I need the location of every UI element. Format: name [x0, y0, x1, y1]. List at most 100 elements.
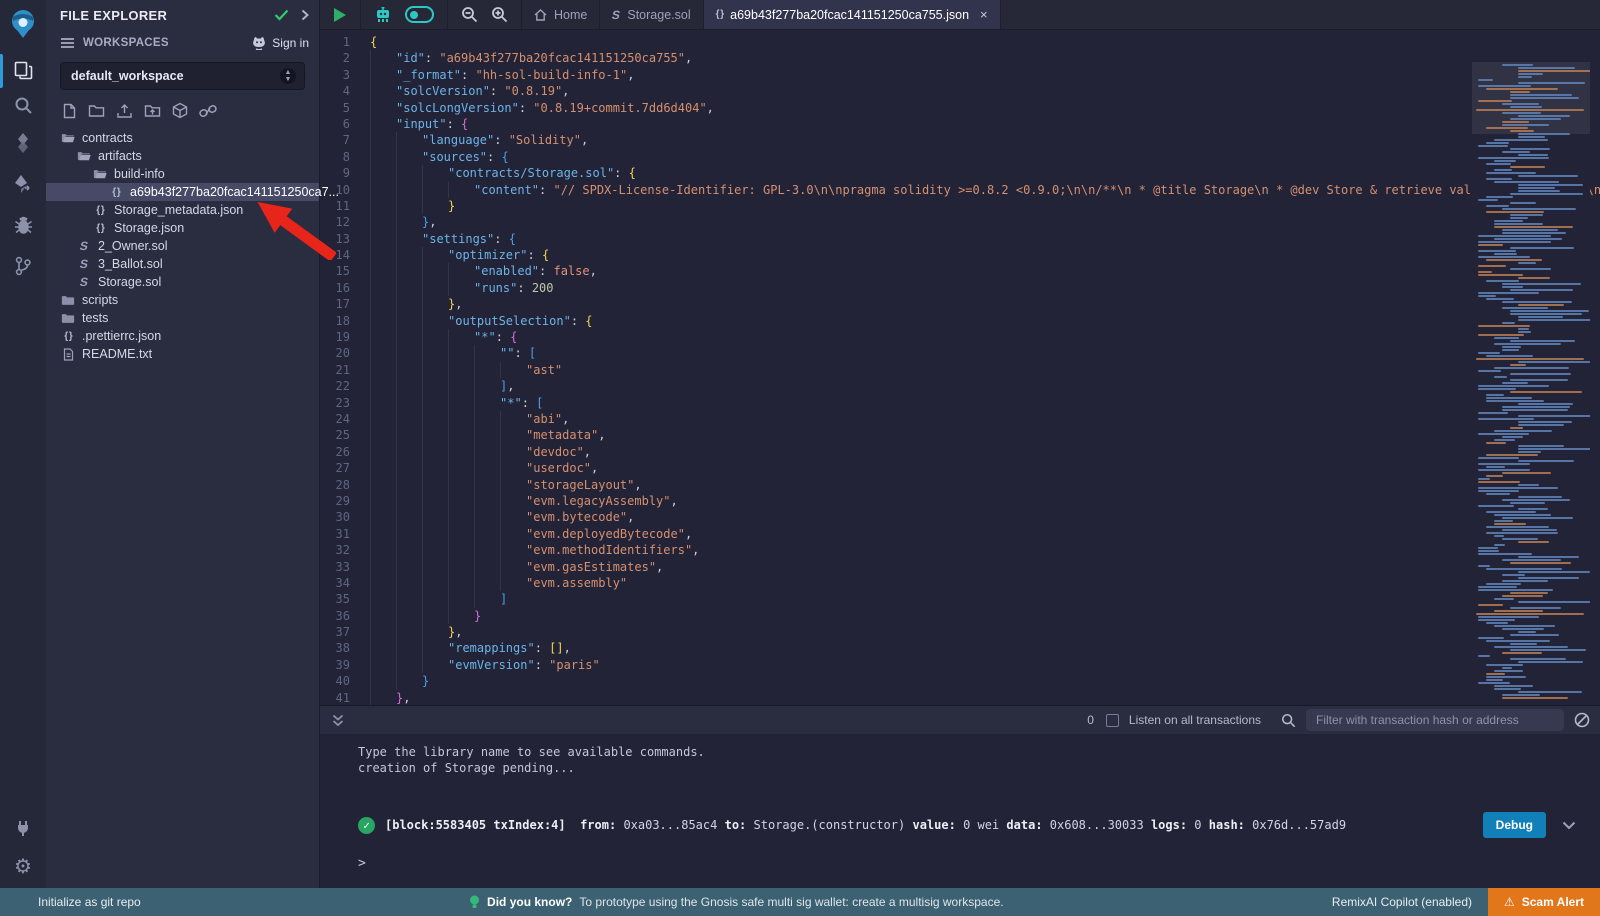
code-line-28[interactable]: 28"storageLayout", — [320, 477, 1600, 493]
code-line-18[interactable]: 18"outputSelection": { — [320, 313, 1600, 329]
code-line-39[interactable]: 39"evmVersion": "paris" — [320, 657, 1600, 673]
code-editor[interactable]: 1{2"id": "a69b43f277ba20fcac141151250ca7… — [320, 30, 1600, 705]
code-line-11[interactable]: 11} — [320, 198, 1600, 214]
file-explorer-rail-icon[interactable] — [0, 53, 46, 87]
line-number: 22 — [320, 378, 370, 394]
code-line-2[interactable]: 2"id": "a69b43f277ba20fcac141151250ca755… — [320, 50, 1600, 66]
code-line-3[interactable]: 3"_format": "hh-sol-build-info-1", — [320, 67, 1600, 83]
ai-robot-icon[interactable] — [374, 6, 392, 24]
clear-console-icon[interactable] — [1574, 712, 1590, 728]
tree-item-artifacts[interactable]: artifacts — [46, 147, 319, 165]
solidity-icon: S — [76, 257, 92, 271]
git-init-status[interactable]: Initialize as git repo — [0, 895, 141, 909]
code-line-33[interactable]: 33"evm.gasEstimates", — [320, 559, 1600, 575]
git-rail-icon[interactable] — [0, 249, 46, 283]
ipfs-cube-icon[interactable] — [172, 102, 188, 119]
code-line-4[interactable]: 4"solcVersion": "0.8.19", — [320, 83, 1600, 99]
code-line-37[interactable]: 37}, — [320, 624, 1600, 640]
code-line-41[interactable]: 41}, — [320, 690, 1600, 705]
tab-home[interactable]: Home — [522, 0, 600, 29]
tab-label: Home — [554, 8, 587, 22]
code-line-31[interactable]: 31"evm.deployedBytecode", — [320, 526, 1600, 542]
terminal-collapse-icon[interactable] — [332, 714, 344, 727]
panel-expand-chevron-icon[interactable] — [301, 9, 309, 21]
code-line-23[interactable]: 23"*": [ — [320, 395, 1600, 411]
code-line-15[interactable]: 15"enabled": false, — [320, 263, 1600, 279]
code-line-19[interactable]: 19"*": { — [320, 329, 1600, 345]
tab-a69b43f277ba20fcac141151250ca755-json[interactable]: { }a69b43f277ba20fcac141151250ca755.json… — [704, 0, 1001, 29]
zoom-in-icon[interactable] — [491, 6, 508, 23]
code-line-34[interactable]: 34"evm.assembly" — [320, 575, 1600, 591]
upload-folder-icon[interactable] — [144, 103, 161, 118]
tree-item-prettierrc-json[interactable]: { }.prettierrc.json — [46, 327, 319, 345]
remix-logo[interactable] — [0, 6, 46, 42]
code-line-22[interactable]: 22], — [320, 378, 1600, 394]
scam-alert-button[interactable]: ⚠ Scam Alert — [1488, 888, 1600, 916]
code-line-35[interactable]: 35] — [320, 591, 1600, 607]
code-line-38[interactable]: 38"remappings": [], — [320, 640, 1600, 656]
line-number: 21 — [320, 362, 370, 378]
zoom-out-icon[interactable] — [461, 6, 478, 23]
debug-button[interactable]: Debug — [1483, 812, 1546, 838]
upload-file-icon[interactable] — [116, 103, 133, 119]
transaction-log-row[interactable]: ✓ [block:5583405 txIndex:4] from: 0xa03.… — [358, 812, 1600, 838]
code-line-14[interactable]: 14"optimizer": { — [320, 247, 1600, 263]
copilot-toggle[interactable] — [405, 6, 434, 23]
code-line-25[interactable]: 25"metadata", — [320, 427, 1600, 443]
code-line-8[interactable]: 8"sources": { — [320, 149, 1600, 165]
run-script-play-icon[interactable] — [333, 7, 347, 23]
new-folder-icon[interactable] — [88, 103, 105, 118]
copilot-status[interactable]: RemixAI Copilot (enabled) — [1332, 895, 1472, 909]
debugger-rail-icon[interactable] — [0, 208, 46, 242]
tree-item-2-owner-sol[interactable]: S2_Owner.sol — [46, 237, 319, 255]
tree-item-3-ballot-sol[interactable]: S3_Ballot.sol — [46, 255, 319, 273]
listen-all-transactions-checkbox[interactable] — [1106, 714, 1119, 727]
tree-item-tests[interactable]: tests — [46, 309, 319, 327]
code-line-6[interactable]: 6"input": { — [320, 116, 1600, 132]
code-line-9[interactable]: 9"contracts/Storage.sol": { — [320, 165, 1600, 181]
deploy-and-run-rail-icon[interactable] — [0, 167, 46, 201]
code-line-26[interactable]: 26"devdoc", — [320, 444, 1600, 460]
solidity-icon: S — [76, 275, 92, 289]
code-line-27[interactable]: 27"userdoc", — [320, 460, 1600, 476]
code-line-5[interactable]: 5"solcLongVersion": "0.8.19+commit.7dd6d… — [320, 100, 1600, 116]
code-line-30[interactable]: 30"evm.bytecode", — [320, 509, 1600, 525]
tree-item-contracts[interactable]: contracts — [46, 129, 319, 147]
code-line-16[interactable]: 16"runs": 200 — [320, 280, 1600, 296]
code-line-32[interactable]: 32"evm.methodIdentifiers", — [320, 542, 1600, 558]
tree-item-readme-txt[interactable]: README.txt — [46, 345, 319, 363]
code-line-24[interactable]: 24"abi", — [320, 411, 1600, 427]
code-line-29[interactable]: 29"evm.legacyAssembly", — [320, 493, 1600, 509]
sign-in-button[interactable]: Sign in — [251, 36, 309, 50]
tree-item-a69b43f277ba20fcac141151250ca7[interactable]: { }a69b43f277ba20fcac141151250ca7... — [46, 183, 319, 201]
workspace-select[interactable]: default_workspace ▲▼ — [60, 62, 305, 90]
code-line-10[interactable]: 10"content": "// SPDX-License-Identifier… — [320, 182, 1600, 198]
plugin-manager-rail-icon[interactable] — [0, 810, 46, 844]
code-line-7[interactable]: 7"language": "Solidity", — [320, 132, 1600, 148]
tx-expand-chevron-icon[interactable] — [1562, 821, 1576, 830]
tab-storage-sol[interactable]: SStorage.sol — [600, 0, 703, 29]
tree-item-storage-json[interactable]: { }Storage.json — [46, 219, 319, 237]
tree-item-build-info[interactable]: build-info — [46, 165, 319, 183]
transaction-filter-input[interactable] — [1306, 709, 1564, 731]
tree-item-storage-sol[interactable]: SStorage.sol — [46, 273, 319, 291]
search-rail-icon[interactable] — [0, 88, 46, 122]
tree-item-scripts[interactable]: scripts — [46, 291, 319, 309]
code-line-21[interactable]: 21"ast" — [320, 362, 1600, 378]
terminal-prompt[interactable]: > — [358, 856, 1600, 871]
minimap[interactable] — [1472, 62, 1590, 699]
tree-item-storage-metadata-json[interactable]: { }Storage_metadata.json — [46, 201, 319, 219]
link-icon[interactable] — [199, 104, 217, 118]
close-tab-icon[interactable]: × — [980, 7, 988, 22]
code-line-20[interactable]: 20"": [ — [320, 345, 1600, 361]
code-line-17[interactable]: 17}, — [320, 296, 1600, 312]
code-line-40[interactable]: 40} — [320, 673, 1600, 689]
code-line-12[interactable]: 12}, — [320, 214, 1600, 230]
workspaces-menu-icon[interactable] — [60, 37, 75, 49]
new-file-icon[interactable] — [62, 103, 77, 119]
solidity-compiler-rail-icon[interactable] — [0, 126, 46, 160]
code-line-1[interactable]: 1{ — [320, 34, 1600, 50]
code-line-36[interactable]: 36} — [320, 608, 1600, 624]
settings-rail-icon[interactable]: ⚙ — [0, 850, 46, 884]
code-line-13[interactable]: 13"settings": { — [320, 231, 1600, 247]
